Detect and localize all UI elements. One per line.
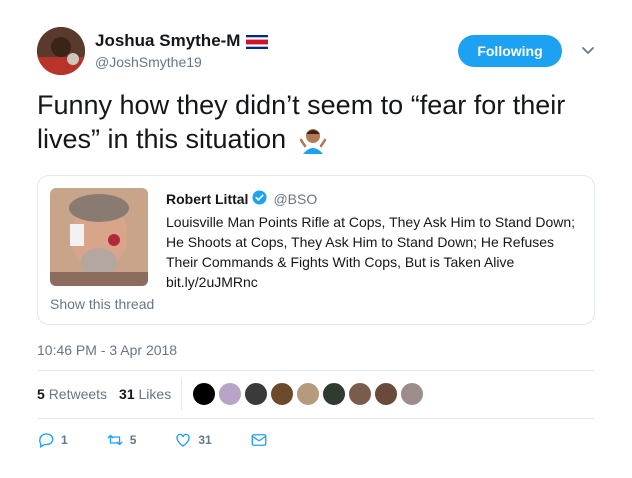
verified-badge-icon — [252, 190, 267, 208]
liker-avatar[interactable] — [348, 382, 372, 406]
liker-avatar[interactable] — [400, 382, 424, 406]
quoted-author-name[interactable]: Robert Littal — [166, 191, 248, 207]
reply-action[interactable]: 1 — [37, 431, 68, 449]
liker-avatar[interactable] — [218, 382, 242, 406]
vertical-divider — [181, 378, 182, 410]
user-handle[interactable]: @JoshSmythe19 — [95, 54, 202, 70]
reply-count: 1 — [61, 433, 68, 447]
retweet-action[interactable]: 5 — [106, 431, 137, 449]
tweet-text: Funny how they didn’t seem to “fear for … — [37, 88, 607, 156]
liker-avatar[interactable] — [270, 382, 294, 406]
message-icon — [251, 434, 267, 446]
divider — [37, 418, 595, 419]
quoted-author-handle[interactable]: @BSO — [273, 191, 317, 207]
liker-avatar[interactable] — [244, 382, 268, 406]
like-icon — [176, 433, 191, 447]
avatar[interactable] — [37, 27, 85, 75]
quoted-tweet-text: Louisville Man Points Rifle at Cops, The… — [166, 214, 576, 290]
like-action-count: 31 — [198, 433, 212, 447]
tweet-actions: 1 5 31 — [37, 431, 306, 449]
like-count: 31 — [119, 386, 135, 402]
following-button[interactable]: Following — [458, 35, 562, 67]
liker-avatars — [192, 382, 424, 406]
liker-avatar[interactable] — [192, 382, 216, 406]
quoted-tweet-image[interactable] — [50, 188, 148, 286]
like-stat-label: Likes — [138, 386, 172, 402]
liker-avatar[interactable] — [296, 382, 320, 406]
retweet-action-count: 5 — [129, 433, 137, 447]
retweet-stat[interactable]: 5 Retweets — [37, 386, 107, 402]
display-name-text[interactable]: Joshua Smythe-M — [95, 31, 240, 51]
liker-avatar[interactable] — [322, 382, 346, 406]
retweet-stat-label: Retweets — [48, 386, 108, 402]
divider — [37, 370, 595, 371]
display-name[interactable]: Joshua Smythe-M — [95, 31, 269, 51]
tweet-stats: 5 Retweets 31 Likes — [37, 386, 171, 402]
retweet-count: 5 — [37, 386, 45, 402]
costa-rica-flag-icon — [246, 34, 269, 49]
direct-message-action[interactable] — [250, 431, 268, 449]
quoted-author[interactable]: Robert Littal @BSO — [166, 190, 317, 208]
chevron-down-icon[interactable] — [580, 42, 596, 58]
like-action[interactable]: 31 — [174, 431, 212, 449]
tweet-timestamp[interactable]: 10:46 PM - 3 Apr 2018 — [37, 342, 177, 358]
liker-avatar[interactable] — [374, 382, 398, 406]
retweet-icon — [107, 434, 123, 446]
reply-icon — [39, 433, 54, 448]
like-stat[interactable]: 31 Likes — [119, 386, 171, 402]
person-shrugging-emoji — [298, 126, 328, 156]
quoted-tweet-card[interactable]: Robert Littal @BSO Louisville Man Points… — [37, 175, 595, 325]
show-thread-link[interactable]: Show this thread — [50, 296, 154, 312]
